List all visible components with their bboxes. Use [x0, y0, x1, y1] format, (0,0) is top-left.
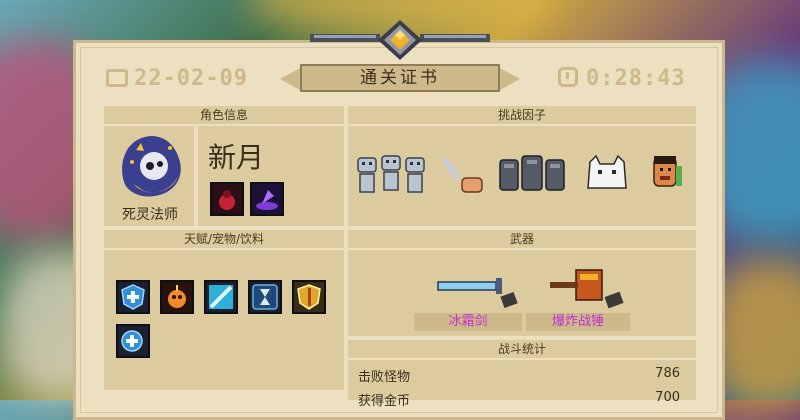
stat-row-kills: 击败怪物 786 [358, 366, 680, 385]
stat-value: 700 [655, 390, 680, 405]
talents-panel [104, 250, 344, 390]
character-name: 新月 [208, 141, 265, 174]
stat-value: 786 [655, 366, 680, 381]
completion-time: 0:28:43 [558, 66, 686, 91]
white-beast-icon[interactable] [582, 152, 632, 198]
frost-sword-icon[interactable] [434, 272, 518, 310]
gold-shield-icon[interactable] [292, 280, 326, 314]
bomb-icon[interactable] [160, 280, 194, 314]
crest-gem-icon [310, 20, 490, 60]
completion-date: 22-02-09 [106, 66, 248, 91]
explosive-hammer-icon[interactable] [546, 264, 630, 310]
talents-header: 天赋/宠物/饮料 [104, 230, 344, 248]
weapons-header: 武器 [348, 230, 696, 248]
weapon-label-frost-sword: 冰霜剑 [414, 313, 522, 331]
character-info-header: 角色信息 [104, 106, 344, 124]
stat-label: 获得金币 [358, 394, 411, 409]
weapons-panel [348, 250, 696, 336]
stat-label: 击败怪物 [358, 370, 411, 385]
skill-icon-summon[interactable] [250, 182, 284, 216]
clock-icon [558, 67, 578, 87]
skill-icon-blood[interactable] [210, 182, 244, 216]
hourglass-icon[interactable] [248, 280, 282, 314]
tiki-mask-icon[interactable] [648, 152, 686, 198]
ribbon-tail-right [500, 68, 520, 90]
character-class: 死灵法师 [122, 207, 178, 223]
necromancer-portrait[interactable] [114, 132, 188, 202]
shield-cross-icon[interactable] [116, 280, 150, 314]
stats-header: 战斗统计 [348, 340, 696, 358]
brain-plus-icon[interactable] [116, 324, 150, 358]
ribbon-tail-left [280, 68, 300, 90]
weapon-label-explosive-hammer: 爆炸战锤 [526, 313, 630, 331]
skeleton-horde-icon[interactable] [354, 152, 436, 198]
certificate-title: 通关证书 [300, 64, 500, 92]
sword-hand-icon[interactable] [444, 152, 488, 198]
dark-golems-icon[interactable] [496, 152, 568, 198]
blue-blade-icon[interactable] [204, 280, 238, 314]
calendar-icon [106, 69, 128, 87]
challenge-header: 挑战因子 [348, 106, 696, 124]
